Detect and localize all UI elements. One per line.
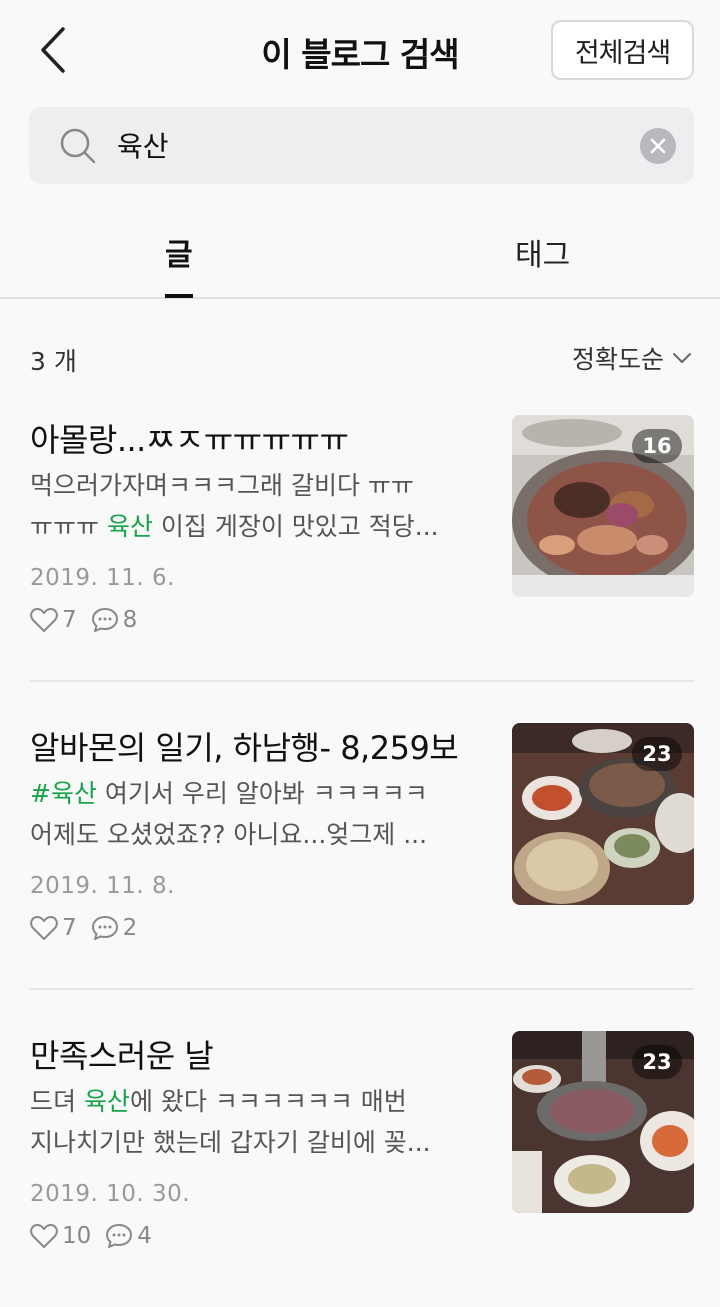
snippet-line: 먹으러가자며ㅋㅋㅋ그래 갈비다 ㅠㅠ <box>30 471 414 500</box>
like-button[interactable]: 7 <box>30 915 77 941</box>
heart-icon <box>30 1224 58 1248</box>
snippet-line: 어제도 오셨었죠?? 아니요...엊그제 ... <box>30 820 428 849</box>
result-count: 3 개 <box>30 347 77 376</box>
post-meta: 10 4 <box>30 1223 166 1249</box>
comment-icon <box>91 608 118 632</box>
divider <box>30 680 694 682</box>
post-date: 2019. 11. 6. <box>30 565 175 591</box>
comment-icon <box>106 1224 133 1248</box>
clear-search-button[interactable] <box>640 128 676 164</box>
snippet-text: 에 왔다 ㅋㅋㅋㅋㅋㅋ 매번 <box>129 1087 407 1116</box>
comment-count: 4 <box>137 1223 152 1249</box>
divider <box>30 988 694 990</box>
post-snippet: 먹으러가자며ㅋㅋㅋ그래 갈비다 ㅠㅠ ㅠㅠㅠ 육산 이집 게장이 맛있고 적당.… <box>30 465 478 547</box>
post-meta: 7 2 <box>30 915 151 941</box>
post-thumbnail[interactable]: 23 <box>512 723 694 905</box>
active-tab-indicator <box>165 294 193 298</box>
snippet-line: #육산 여기서 우리 알아봐 ㅋㅋㅋㅋㅋ <box>30 773 478 814</box>
search-highlight: 육산 <box>106 512 153 541</box>
like-button[interactable]: 7 <box>30 607 77 633</box>
snippet-line: 지나치기만 했는데 갑자기 갈비에 꽂... <box>30 1128 431 1157</box>
tab-posts[interactable]: 글 <box>165 230 193 298</box>
post-date: 2019. 10. 30. <box>30 1181 191 1207</box>
chevron-down-icon <box>673 353 691 363</box>
post-thumbnail[interactable]: 23 <box>512 1031 694 1213</box>
search-highlight: #육산 <box>30 779 97 808</box>
comment-icon <box>91 916 118 940</box>
search-highlight: 육산 <box>83 1087 130 1116</box>
post-meta: 7 8 <box>30 607 151 633</box>
like-count: 7 <box>62 915 77 941</box>
snippet-text: ㅠㅠㅠ <box>30 512 107 541</box>
snippet-text: 여기서 우리 알아봐 ㅋㅋㅋㅋㅋ <box>96 779 428 808</box>
heart-icon <box>30 608 58 632</box>
search-box <box>29 107 694 184</box>
photo-count-badge: 23 <box>632 737 682 771</box>
comment-button[interactable]: 2 <box>91 915 138 941</box>
snippet-line: 드뎌 육산에 왔다 ㅋㅋㅋㅋㅋㅋ 매번 <box>30 1081 478 1122</box>
list-item[interactable]: 만족스러운 날 드뎌 육산에 왔다 ㅋㅋㅋㅋㅋㅋ 매번 지나치기만 했는데 갑자… <box>0 1031 720 1307</box>
post-thumbnail[interactable]: 16 <box>512 415 694 597</box>
search-icon <box>60 128 96 164</box>
tab-tags[interactable]: 태그 <box>515 230 570 274</box>
post-snippet: 드뎌 육산에 왔다 ㅋㅋㅋㅋㅋㅋ 매번 지나치기만 했는데 갑자기 갈비에 꽂.… <box>30 1081 478 1163</box>
close-icon <box>650 138 666 154</box>
snippet-text: 이집 게장이 맛있고 적당... <box>152 512 439 541</box>
post-title[interactable]: 알바몬의 일기, 하남행- 8,259보 <box>30 723 490 769</box>
comment-count: 8 <box>122 607 138 633</box>
heart-icon <box>30 916 58 940</box>
sort-label: 정확도순 <box>571 345 664 374</box>
header: 이 블로그 검색 전체검색 <box>0 0 720 100</box>
comment-count: 2 <box>122 915 138 941</box>
like-button[interactable]: 10 <box>30 1223 91 1249</box>
like-count: 10 <box>62 1223 92 1249</box>
post-title[interactable]: 아몰랑...ㅉㅈㅠㅠㅠㅠㅠ <box>30 415 490 461</box>
tab-posts-label: 글 <box>165 238 193 273</box>
tab-bar: 글 태그 <box>0 210 720 299</box>
like-count: 7 <box>62 607 77 633</box>
sort-dropdown[interactable]: 정확도순 <box>572 340 692 376</box>
comment-button[interactable]: 4 <box>105 1223 152 1249</box>
post-date: 2019. 11. 8. <box>30 873 175 899</box>
list-item[interactable]: 아몰랑...ㅉㅈㅠㅠㅠㅠㅠ 먹으러가자며ㅋㅋㅋ그래 갈비다 ㅠㅠ ㅠㅠㅠ 육산 … <box>0 415 720 715</box>
post-snippet: #육산 여기서 우리 알아봐 ㅋㅋㅋㅋㅋ 어제도 오셨었죠?? 아니요...엊그… <box>30 773 478 855</box>
comment-button[interactable]: 8 <box>91 607 138 633</box>
photo-count-badge: 16 <box>632 429 682 463</box>
search-input[interactable] <box>117 123 617 167</box>
snippet-line: ㅠㅠㅠ 육산 이집 게장이 맛있고 적당... <box>30 506 478 547</box>
snippet-text: 드뎌 <box>30 1087 84 1116</box>
tab-tags-label: 태그 <box>515 238 571 273</box>
all-search-button[interactable]: 전체검색 <box>551 20 694 80</box>
post-title[interactable]: 만족스러운 날 <box>30 1031 490 1077</box>
list-item[interactable]: 알바몬의 일기, 하남행- 8,259보 #육산 여기서 우리 알아봐 ㅋㅋㅋㅋ… <box>0 723 720 1023</box>
photo-count-badge: 23 <box>632 1045 682 1079</box>
